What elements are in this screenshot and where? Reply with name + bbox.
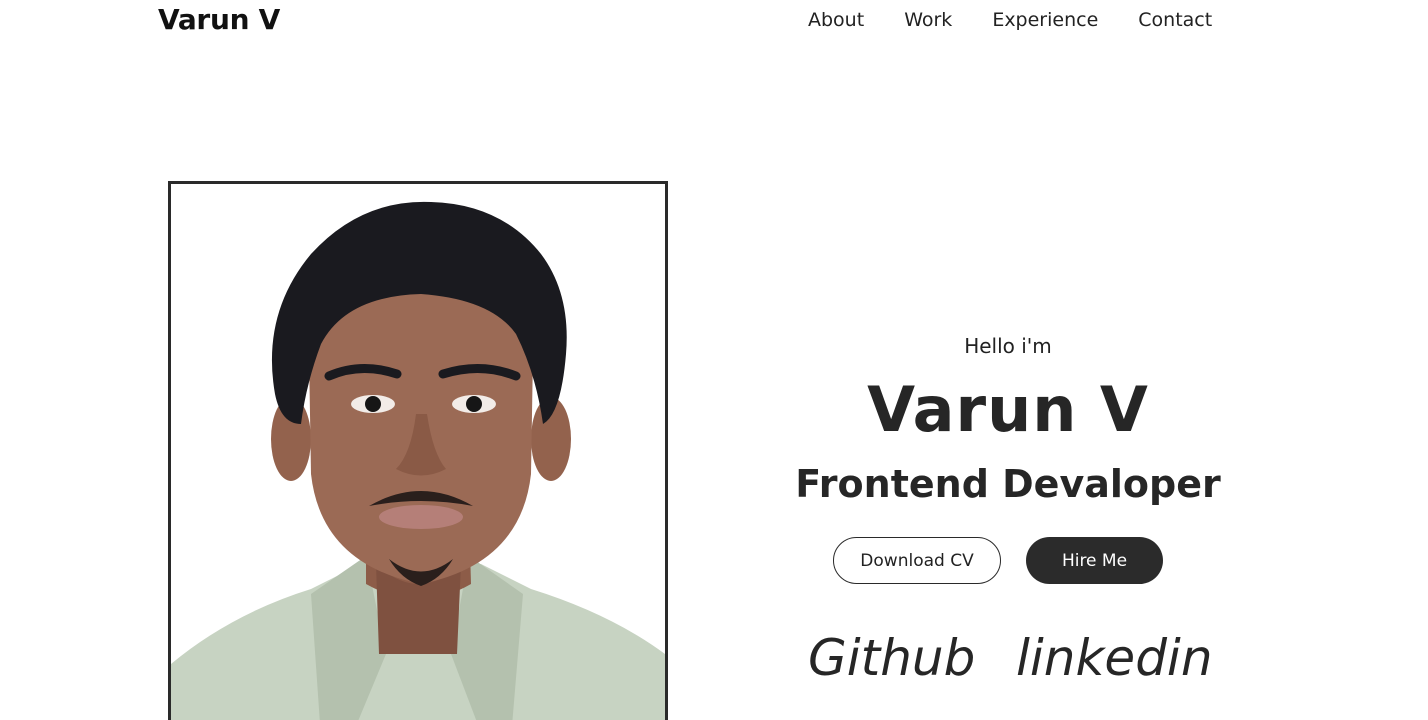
- hero-greeting: Hello i'm: [964, 334, 1052, 358]
- site-logo[interactable]: Varun V: [158, 2, 280, 38]
- nav-experience[interactable]: Experience: [992, 6, 1098, 34]
- profile-photo-illustration: [171, 184, 665, 720]
- download-cv-button[interactable]: Download CV: [833, 537, 1001, 584]
- profile-photo: [168, 181, 668, 720]
- portfolio-page: Varun V About Work Experience Contact He…: [0, 0, 1428, 720]
- hire-me-button[interactable]: Hire Me: [1026, 537, 1163, 584]
- hero-name: Varun V: [867, 373, 1149, 446]
- nav-about[interactable]: About: [808, 6, 864, 34]
- main-nav: About Work Experience Contact: [808, 6, 1212, 34]
- nav-contact[interactable]: Contact: [1138, 6, 1212, 34]
- linkedin-link[interactable]: linkedin: [1016, 626, 1213, 690]
- nav-work[interactable]: Work: [904, 6, 952, 34]
- hero-role: Frontend Devaloper: [795, 462, 1221, 506]
- github-link[interactable]: Github: [808, 626, 975, 690]
